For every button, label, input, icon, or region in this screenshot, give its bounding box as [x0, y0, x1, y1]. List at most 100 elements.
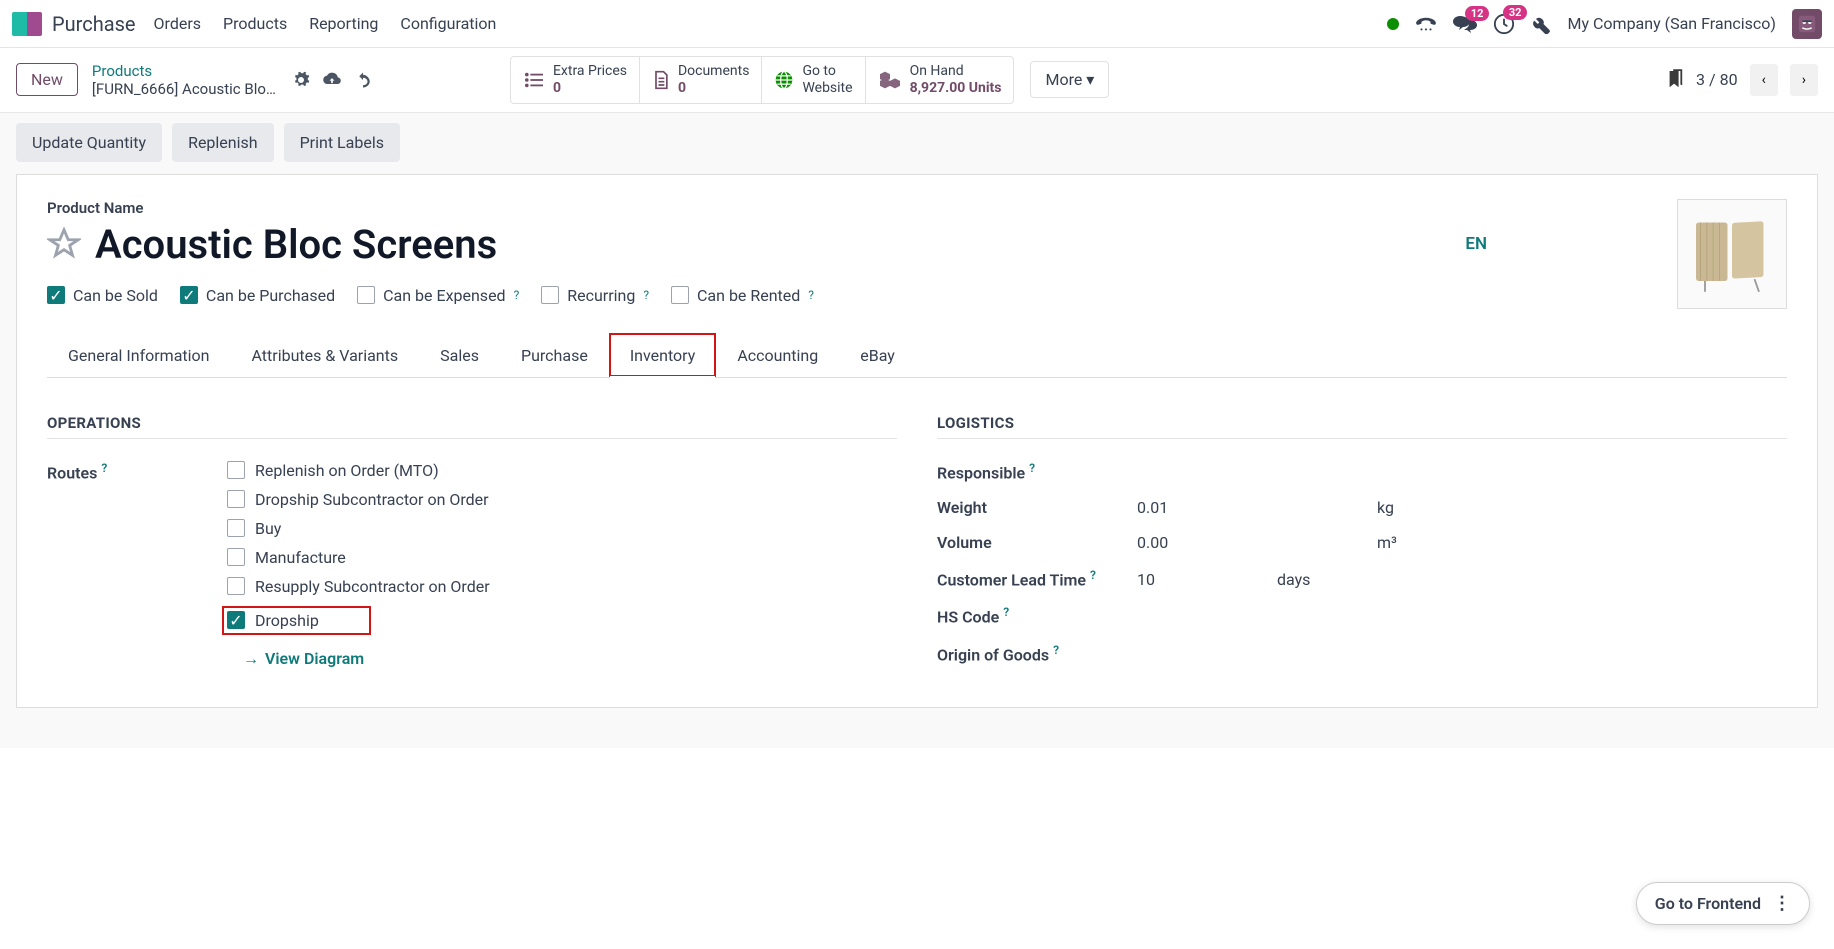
pager-next-button[interactable]: ›: [1790, 64, 1818, 96]
help-icon[interactable]: ?: [514, 288, 520, 302]
origin-label: Origin of Goods ?: [937, 643, 1137, 664]
new-button[interactable]: New: [16, 63, 78, 96]
view-diagram-link[interactable]: →View Diagram: [243, 649, 490, 669]
more-label: More: [1045, 70, 1082, 89]
globe-icon: [774, 70, 794, 90]
logistics-title: LOGISTICS: [937, 414, 1787, 439]
tab-accounting[interactable]: Accounting: [716, 333, 839, 377]
gear-icon[interactable]: [292, 71, 310, 89]
help-icon[interactable]: ?: [643, 288, 649, 302]
tab-inventory[interactable]: Inventory: [609, 333, 717, 377]
can-be-sold-label: Can be Sold: [73, 286, 158, 305]
stat-value: 0: [553, 80, 627, 97]
document-icon: [652, 70, 670, 90]
can-be-purchased-checkbox[interactable]: ✓: [180, 286, 198, 304]
notebook-tabs: General Information Attributes & Variant…: [47, 333, 1787, 378]
product-name-label: Product Name: [47, 199, 1787, 217]
stat-extra-prices[interactable]: Extra Prices0: [511, 57, 640, 103]
tab-sales[interactable]: Sales: [419, 333, 500, 377]
user-avatar[interactable]: [1792, 9, 1822, 39]
app-logo[interactable]: [12, 12, 42, 36]
tab-general-information[interactable]: General Information: [47, 333, 231, 377]
go-to-frontend-button[interactable]: Go to Frontend ⋮: [1636, 882, 1810, 925]
frontend-label: Go to Frontend: [1655, 894, 1761, 913]
can-be-sold-checkbox[interactable]: ✓: [47, 286, 65, 304]
volume-input[interactable]: 0.00: [1137, 533, 1277, 552]
help-icon[interactable]: ?: [1053, 643, 1059, 657]
can-be-rented-checkbox[interactable]: [671, 286, 689, 304]
tab-purchase[interactable]: Purchase: [500, 333, 609, 377]
bookmark-icon[interactable]: [1666, 69, 1684, 91]
route-label: Manufacture: [255, 548, 346, 567]
product-flags: ✓ Can be Sold ✓ Can be Purchased Can be Ex…: [47, 286, 1787, 305]
product-name-input[interactable]: Acoustic Bloc Screens: [95, 221, 1451, 268]
weight-input[interactable]: 0.01: [1137, 498, 1277, 517]
print-labels-button[interactable]: Print Labels: [284, 123, 400, 162]
breadcrumb-current: [FURN_6666] Acoustic Blo…: [92, 80, 276, 98]
menu-reporting[interactable]: Reporting: [309, 14, 378, 33]
recurring-checkbox[interactable]: [541, 286, 559, 304]
breadcrumb: Products [FURN_6666] Acoustic Blo…: [92, 62, 276, 98]
cloud-upload-icon[interactable]: [322, 71, 342, 89]
messaging-icon[interactable]: 12: [1453, 14, 1477, 34]
stat-label: Documents: [678, 63, 749, 80]
route-dropship-sub-checkbox[interactable]: [227, 490, 245, 508]
messaging-badge: 12: [1465, 6, 1490, 21]
can-be-expensed-checkbox[interactable]: [357, 286, 375, 304]
language-badge[interactable]: EN: [1465, 234, 1487, 254]
stat-label: Extra Prices: [553, 63, 627, 80]
lead-time-input[interactable]: 10: [1137, 570, 1277, 589]
routes-label: Routes ?: [47, 461, 227, 669]
route-manufacture-checkbox[interactable]: [227, 548, 245, 566]
undo-icon[interactable]: [354, 71, 372, 89]
company-selector[interactable]: My Company (San Francisco): [1567, 14, 1776, 33]
action-buttons: Update Quantity Replenish Print Labels: [16, 123, 1818, 162]
route-label: Dropship: [255, 611, 319, 630]
kebab-icon[interactable]: ⋮: [1773, 893, 1791, 914]
volume-label: Volume: [937, 533, 1137, 552]
activities-icon[interactable]: 32: [1493, 13, 1515, 35]
route-label: Replenish on Order (MTO): [255, 461, 439, 480]
stat-documents[interactable]: Documents0: [640, 57, 762, 103]
breadcrumb-products[interactable]: Products: [92, 62, 276, 80]
route-mto-checkbox[interactable]: [227, 461, 245, 479]
help-icon[interactable]: ?: [1029, 461, 1035, 475]
help-icon[interactable]: ?: [101, 461, 107, 475]
stat-label: Go to: [802, 63, 852, 80]
more-button[interactable]: More ▾: [1030, 61, 1109, 98]
hs-code-label: HS Code ?: [937, 605, 1137, 626]
pager-counter[interactable]: 3 / 80: [1696, 70, 1738, 89]
stat-label: On Hand: [910, 63, 1002, 80]
route-buy-checkbox[interactable]: [227, 519, 245, 537]
help-icon[interactable]: ?: [1090, 568, 1096, 582]
route-dropship-checkbox[interactable]: ✓: [227, 611, 245, 629]
pager: 3 / 80 ‹ ›: [1666, 64, 1818, 96]
tab-attributes-variants[interactable]: Attributes & Variants: [231, 333, 420, 377]
product-image[interactable]: [1677, 199, 1787, 309]
tab-ebay[interactable]: eBay: [839, 333, 916, 377]
stat-onhand[interactable]: On Hand8,927.00 Units: [866, 57, 1014, 103]
route-resupply-sub-checkbox[interactable]: [227, 577, 245, 595]
presence-indicator: [1387, 18, 1399, 30]
help-icon[interactable]: ?: [808, 288, 814, 302]
can-be-purchased-label: Can be Purchased: [206, 286, 335, 305]
top-navbar: Purchase Orders Products Reporting Confi…: [0, 0, 1834, 48]
pager-prev-button[interactable]: ‹: [1750, 64, 1778, 96]
tools-icon[interactable]: [1531, 14, 1551, 34]
replenish-button[interactable]: Replenish: [172, 123, 274, 162]
menu-orders[interactable]: Orders: [154, 14, 201, 33]
stat-website[interactable]: Go toWebsite: [762, 57, 865, 103]
help-icon[interactable]: ?: [1003, 605, 1009, 619]
update-quantity-button[interactable]: Update Quantity: [16, 123, 162, 162]
favorite-star-icon[interactable]: [47, 227, 81, 261]
menu-configuration[interactable]: Configuration: [400, 14, 496, 33]
recurring-label: Recurring: [567, 286, 635, 305]
breadcrumb-actions: [292, 71, 372, 89]
can-be-expensed-label: Can be Expensed: [383, 286, 505, 305]
main-menu: Orders Products Reporting Configuration: [154, 14, 1388, 33]
menu-products[interactable]: Products: [223, 14, 287, 33]
form-view: Update Quantity Replenish Print Labels P…: [0, 112, 1834, 748]
app-name[interactable]: Purchase: [52, 12, 136, 36]
lead-time-label: Customer Lead Time ?: [937, 568, 1137, 589]
phone-icon[interactable]: [1415, 15, 1437, 33]
